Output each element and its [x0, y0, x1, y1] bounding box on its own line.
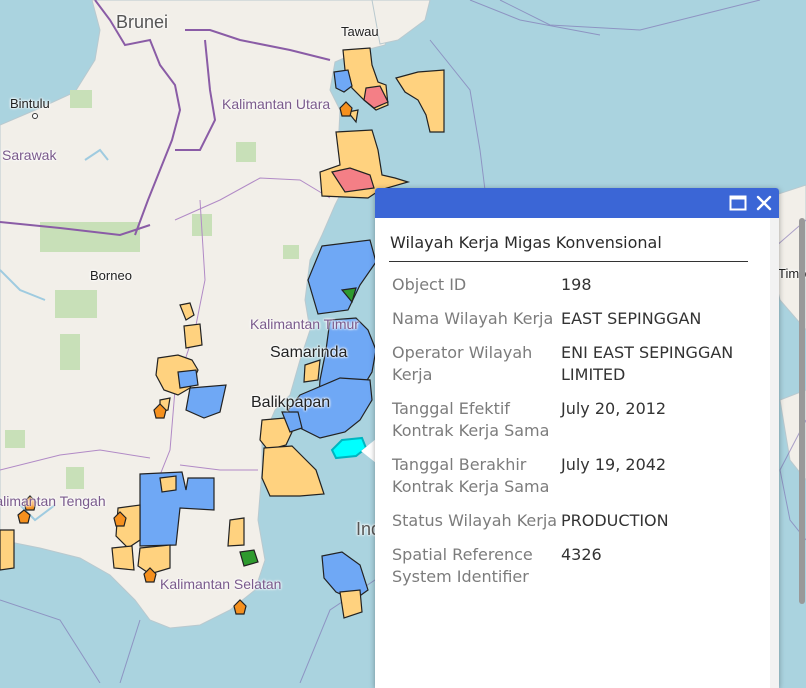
- feature-popup[interactable]: Wilayah Kerja Migas Konvensional Object …: [375, 188, 779, 688]
- attribute-table: Object ID 198 Nama Wilayah Kerja EAST SE…: [389, 274, 749, 600]
- maximize-icon[interactable]: [727, 192, 749, 214]
- popup-body: Wilayah Kerja Migas Konvensional Object …: [375, 218, 779, 600]
- block-barito-5[interactable]: [137, 544, 171, 575]
- label-kalimantan-selatan: Kalimantan Selatan: [160, 576, 282, 592]
- field-name: Operator Wilayah Kerja: [392, 343, 533, 384]
- field-value: 4326: [561, 545, 602, 564]
- label-balikpapan: Balikpapan: [251, 394, 331, 411]
- close-icon[interactable]: [753, 192, 775, 214]
- popup-pointer: [361, 439, 376, 463]
- field-name: Tanggal Efektif Kontrak Kerja Sama: [392, 399, 550, 440]
- field-value: 198: [561, 275, 592, 294]
- attribute-row: Spatial Reference System Identifier 4326: [389, 544, 749, 600]
- field-value: July 19, 2042: [561, 455, 667, 474]
- label-tawau: Tawau: [341, 24, 379, 39]
- popup-scrollbar[interactable]: [770, 218, 779, 688]
- city-dot-bintulu: [32, 113, 38, 119]
- label-borneo: Borneo: [90, 268, 132, 283]
- label-bintulu: Bintulu: [10, 96, 50, 111]
- popup-title: Wilayah Kerja Migas Konvensional: [389, 230, 748, 262]
- attribute-row: Status Wilayah Kerja PRODUCTION: [389, 510, 749, 544]
- label-kalimantan-timur: Kalimantan Timur: [250, 316, 359, 332]
- label-samarinda: Samarinda: [270, 344, 348, 361]
- field-name: Status Wilayah Kerja: [392, 511, 558, 530]
- field-value: ENI EAST SEPINGGAN LIMITED: [561, 343, 734, 384]
- popup-header: [375, 188, 779, 218]
- label-sarawak: Sarawak: [2, 147, 57, 163]
- popup-scrollbar-thumb[interactable]: [799, 218, 805, 604]
- label-kalimantan-tengah: Kalimantan Tengah: [0, 493, 106, 509]
- block-barito-7[interactable]: [0, 529, 15, 571]
- field-name: Nama Wilayah Kerja: [392, 309, 554, 328]
- attribute-row: Tanggal Efektif Kontrak Kerja Sama July …: [389, 398, 749, 454]
- block-kutai-4[interactable]: [177, 369, 199, 389]
- block-barito-4[interactable]: [111, 545, 135, 571]
- block-tawau-2[interactable]: [333, 69, 353, 93]
- block-barito-6[interactable]: [227, 517, 245, 547]
- field-name: Object ID: [392, 275, 467, 294]
- field-value: EAST SEPINGGAN: [561, 309, 702, 328]
- block-kutai-2[interactable]: [183, 323, 203, 349]
- label-kalimantan-utara: Kalimantan Utara: [222, 96, 331, 112]
- field-value: July 20, 2012: [561, 399, 667, 418]
- label-brunei: Brunei: [116, 12, 169, 32]
- attribute-row: Operator Wilayah Kerja ENI EAST SEPINGGA…: [389, 342, 749, 398]
- block-barito-2[interactable]: [159, 475, 177, 493]
- attribute-row: Nama Wilayah Kerja EAST SEPINGGAN: [389, 308, 749, 342]
- field-name: Spatial Reference System Identifier: [392, 545, 533, 586]
- field-name: Tanggal Berakhir Kontrak Kerja Sama: [392, 455, 550, 496]
- attribute-row: Tanggal Berakhir Kontrak Kerja Sama July…: [389, 454, 749, 510]
- field-value: PRODUCTION: [561, 511, 669, 530]
- attribute-row: Object ID 198: [389, 274, 749, 308]
